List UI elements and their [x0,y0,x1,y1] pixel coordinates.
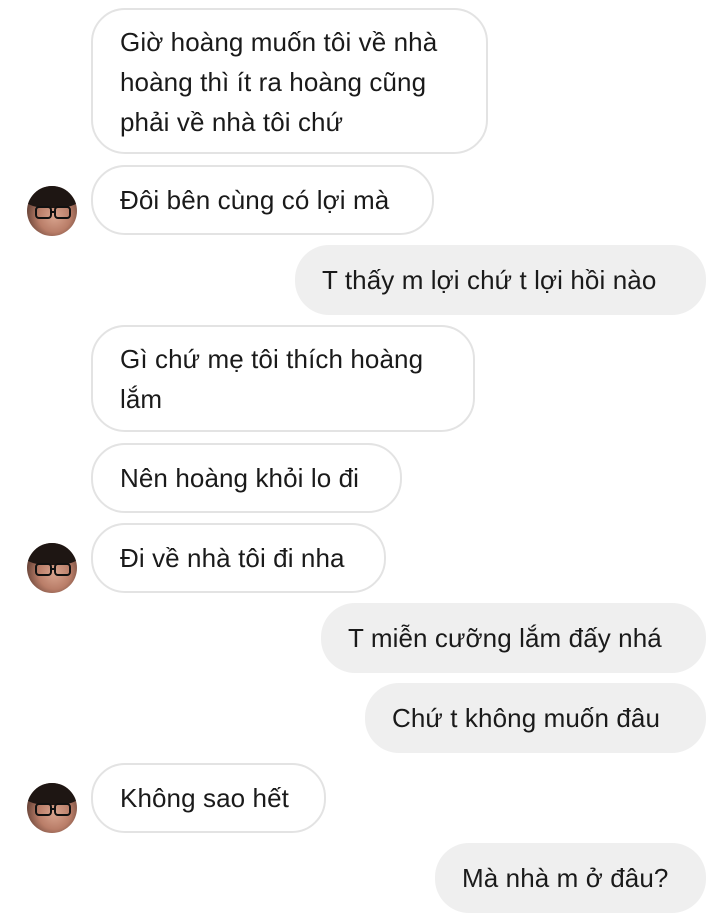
message-text: T miễn cưỡng lắm đấy nhá [348,623,662,653]
incoming-message[interactable]: Giờ hoàng muốn tôi về nhà hoàng thì ít r… [91,8,488,154]
incoming-message[interactable]: Không sao hết [91,763,326,833]
outgoing-message[interactable]: Chứ t không muốn đâu [365,683,706,753]
message-text: Không sao hết [120,783,289,813]
message-text: Giờ hoàng muốn tôi về nhà hoàng thì ít r… [120,27,438,137]
user-avatar[interactable] [27,783,77,833]
message-text: Gì chứ mẹ tôi thích hoàng lắm [120,343,424,414]
user-avatar[interactable] [27,186,77,236]
message-text: Chứ t không muốn đâu [392,703,661,733]
incoming-message[interactable]: Gì chứ mẹ tôi thích hoàng lắm [91,325,475,432]
outgoing-message[interactable]: Mà nhà m ở đâu? [435,843,706,913]
message-text: Đôi bên cùng có lợi mà [120,185,390,215]
incoming-message[interactable]: Đi về nhà tôi đi nha [91,523,386,593]
incoming-message[interactable]: Nên hoàng khỏi lo đi [91,443,402,513]
message-text: Nên hoàng khỏi lo đi [120,463,360,493]
message-text: T thấy m lợi chứ t lợi hồi nào [322,265,657,295]
user-avatar[interactable] [27,543,77,593]
incoming-message[interactable]: Đôi bên cùng có lợi mà [91,165,434,235]
outgoing-message[interactable]: T miễn cưỡng lắm đấy nhá [321,603,706,673]
message-text: Đi về nhà tôi đi nha [120,543,345,573]
outgoing-message[interactable]: T thấy m lợi chứ t lợi hồi nào [295,245,706,315]
message-text: Mà nhà m ở đâu? [462,863,669,893]
